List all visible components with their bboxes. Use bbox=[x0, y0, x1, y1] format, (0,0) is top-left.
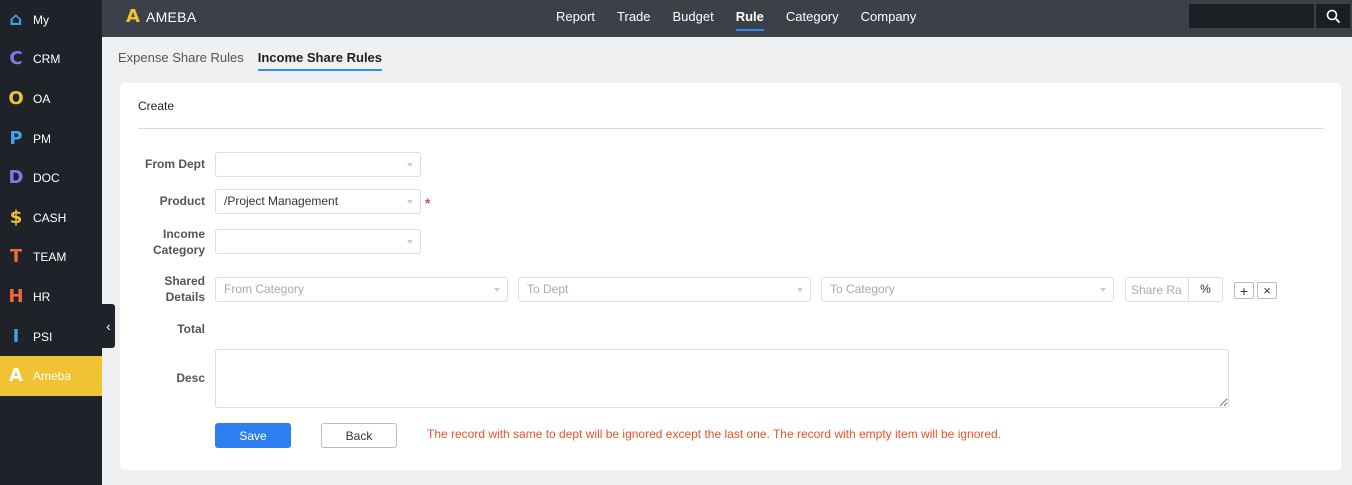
chevron-down-icon bbox=[407, 163, 413, 167]
back-button[interactable]: Back bbox=[321, 423, 397, 448]
sidebar-item-label: DOC bbox=[33, 171, 60, 186]
sidebar-item-label: PM bbox=[33, 131, 51, 146]
top-bar: A AMEBA Report Trade Budget Rule Category Com… bbox=[102, 0, 1352, 37]
from-dept-label: From Dept bbox=[145, 157, 205, 171]
income-category-select[interactable] bbox=[215, 229, 421, 254]
sidebar: ⌂ My C CRM O OA P PM D DOC $ CASH T TEAM H HR I PSI A Ameba bbox=[0, 0, 102, 485]
search-button[interactable] bbox=[1316, 4, 1350, 28]
create-form-card: Create From Dept Product /Project Manage… bbox=[120, 83, 1341, 470]
home-icon: ⌂ bbox=[9, 8, 23, 30]
sidebar-item-label: TEAM bbox=[33, 250, 67, 265]
income-category-label: Income Category bbox=[152, 227, 205, 257]
chevron-down-icon bbox=[797, 288, 803, 292]
plus-icon: + bbox=[1239, 282, 1249, 299]
nav-trade[interactable]: Trade bbox=[617, 0, 650, 33]
save-button[interactable]: Save bbox=[215, 423, 291, 448]
nav-rule[interactable]: Rule bbox=[735, 0, 765, 33]
total-label: Total bbox=[177, 322, 205, 336]
sidebar-item-team[interactable]: T TEAM bbox=[0, 238, 102, 278]
chevron-down-icon bbox=[407, 200, 413, 204]
to-category-select[interactable]: To Category bbox=[821, 277, 1114, 302]
pm-letter-icon: P bbox=[9, 127, 23, 149]
nav-report[interactable]: Report bbox=[556, 0, 595, 33]
from-category-placeholder: From Category bbox=[224, 282, 305, 296]
sidebar-item-label: PSI bbox=[33, 329, 53, 344]
product-select[interactable]: /Project Management bbox=[215, 189, 421, 214]
sidebar-item-label: Ameba bbox=[33, 369, 72, 384]
required-marker: * bbox=[425, 195, 431, 211]
dollar-icon: $ bbox=[9, 206, 23, 228]
from-dept-select[interactable] bbox=[215, 152, 421, 177]
from-category-select[interactable]: From Category bbox=[215, 277, 508, 302]
oa-circle-icon: O bbox=[8, 87, 24, 109]
chevron-down-icon bbox=[1100, 288, 1106, 292]
to-category-placeholder: To Category bbox=[830, 282, 895, 296]
ameba-letter-icon: A bbox=[9, 365, 23, 387]
sidebar-item-label: CRM bbox=[33, 52, 61, 67]
sidebar-item-cash[interactable]: $ CASH bbox=[0, 198, 102, 238]
brand[interactable]: A AMEBA bbox=[126, 0, 196, 33]
nav-company[interactable]: Company bbox=[861, 0, 917, 33]
brand-name: AMEBA bbox=[145, 8, 197, 25]
share-rate-input[interactable] bbox=[1125, 277, 1189, 302]
tab-income-share-rules[interactable]: Income Share Rules bbox=[257, 50, 383, 71]
close-icon: × bbox=[1263, 283, 1271, 298]
psi-bar-icon: I bbox=[12, 325, 20, 347]
percent-addon: % bbox=[1189, 277, 1223, 302]
search-icon bbox=[1326, 9, 1340, 23]
brand-logo-icon: A bbox=[126, 6, 140, 27]
crm-letter-icon: C bbox=[9, 48, 23, 70]
desc-textarea[interactable] bbox=[215, 349, 1229, 408]
sidebar-item-label: CASH bbox=[33, 210, 67, 225]
sidebar-item-label: OA bbox=[33, 91, 51, 106]
shared-details-label: Shared Details bbox=[164, 274, 205, 304]
chevron-down-icon bbox=[494, 288, 500, 292]
sidebar-item-oa[interactable]: O OA bbox=[0, 79, 102, 119]
remove-row-button[interactable]: × bbox=[1257, 282, 1277, 299]
to-dept-select[interactable]: To Dept bbox=[518, 277, 811, 302]
sidebar-item-my[interactable]: ⌂ My bbox=[0, 0, 102, 40]
sidebar-item-label: My bbox=[33, 12, 49, 27]
chevron-left-icon: ‹ bbox=[106, 318, 111, 334]
sidebar-item-crm[interactable]: C CRM bbox=[0, 40, 102, 80]
sidebar-item-hr[interactable]: H HR bbox=[0, 277, 102, 317]
product-value: /Project Management bbox=[224, 194, 339, 208]
sidebar-item-pm[interactable]: P PM bbox=[0, 119, 102, 159]
sidebar-item-doc[interactable]: D DOC bbox=[0, 158, 102, 198]
add-row-button[interactable]: + bbox=[1234, 282, 1254, 299]
doc-letter-icon: D bbox=[8, 167, 24, 189]
hr-letter-icon: H bbox=[8, 285, 24, 307]
tab-expense-share-rules[interactable]: Expense Share Rules bbox=[118, 50, 244, 71]
rule-tabs: Expense Share Rules Income Share Rules bbox=[118, 50, 396, 71]
divider bbox=[138, 128, 1324, 129]
search-input[interactable] bbox=[1189, 4, 1314, 28]
desc-label: Desc bbox=[176, 371, 205, 385]
to-dept-placeholder: To Dept bbox=[527, 282, 569, 296]
sidebar-item-label: HR bbox=[33, 289, 51, 304]
sidebar-item-ameba[interactable]: A Ameba bbox=[0, 356, 102, 396]
form-notice: The record with same to dept will be ign… bbox=[427, 427, 1002, 441]
sidebar-collapse-button[interactable]: ‹ bbox=[102, 304, 115, 348]
sidebar-item-psi[interactable]: I PSI bbox=[0, 317, 102, 357]
nav-category[interactable]: Category bbox=[786, 0, 839, 33]
team-letter-icon: T bbox=[9, 246, 23, 268]
form-title: Create bbox=[138, 99, 175, 113]
chevron-down-icon bbox=[407, 240, 413, 244]
main-nav: Report Trade Budget Rule Category Company bbox=[556, 0, 938, 37]
product-label: Product bbox=[159, 194, 205, 208]
nav-budget[interactable]: Budget bbox=[673, 0, 714, 33]
